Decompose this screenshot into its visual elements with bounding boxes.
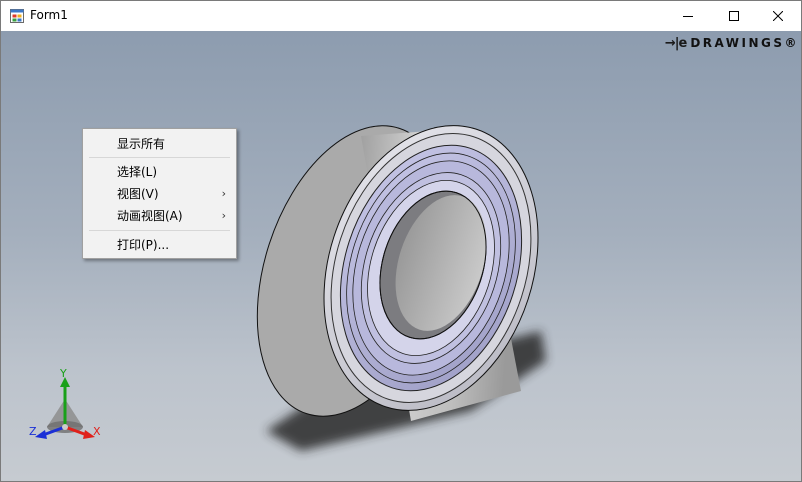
edrawings-logo-text: DRAWINGS® [690,36,799,50]
close-icon [773,11,783,21]
maximize-icon [729,11,739,21]
axis-x-label: X [93,425,101,438]
model-viewport[interactable]: →|e DRAWINGS® Y X Z 显示所有 选择(L) 视图(V) › 动… [1,31,801,481]
app-window: Form1 →|e DRAWINGS® Y X Z 显示所有 选择(L) 视图(… [0,0,802,482]
maximize-button[interactable] [711,1,757,31]
edrawings-logo-mark: →|e [664,35,687,51]
menu-item-show-all[interactable]: 显示所有 [83,132,236,154]
axis-y-label: Y [59,369,67,380]
submenu-arrow-icon: › [221,186,226,200]
menu-item-label: 视图(V) [117,186,159,201]
menu-item-print[interactable]: 打印(P)... [83,233,236,255]
minimize-button[interactable] [665,1,711,31]
app-icon [10,9,24,23]
menu-separator [89,230,230,231]
menu-separator [89,157,230,158]
axis-triad: Y X Z [29,369,101,439]
menu-item-label: 显示所有 [117,136,166,151]
axis-z-label: Z [29,425,37,438]
menu-item-select[interactable]: 选择(L) [83,160,236,182]
context-menu: 显示所有 选择(L) 视图(V) › 动画视图(A) › 打印(P)... [82,128,237,259]
menu-item-label: 动画视图(A) [117,208,183,223]
edrawings-logo: →|e DRAWINGS® [665,35,799,51]
close-button[interactable] [755,1,801,31]
menu-item-label: 选择(L) [117,164,158,179]
window-title: Form1 [30,8,68,22]
menu-item-label: 打印(P)... [117,237,170,252]
menu-item-animate-view[interactable]: 动画视图(A) › [83,204,236,226]
minimize-icon [683,16,693,17]
submenu-arrow-icon: › [221,208,226,222]
menu-item-view[interactable]: 视图(V) › [83,182,236,204]
title-bar[interactable]: Form1 [1,1,801,31]
